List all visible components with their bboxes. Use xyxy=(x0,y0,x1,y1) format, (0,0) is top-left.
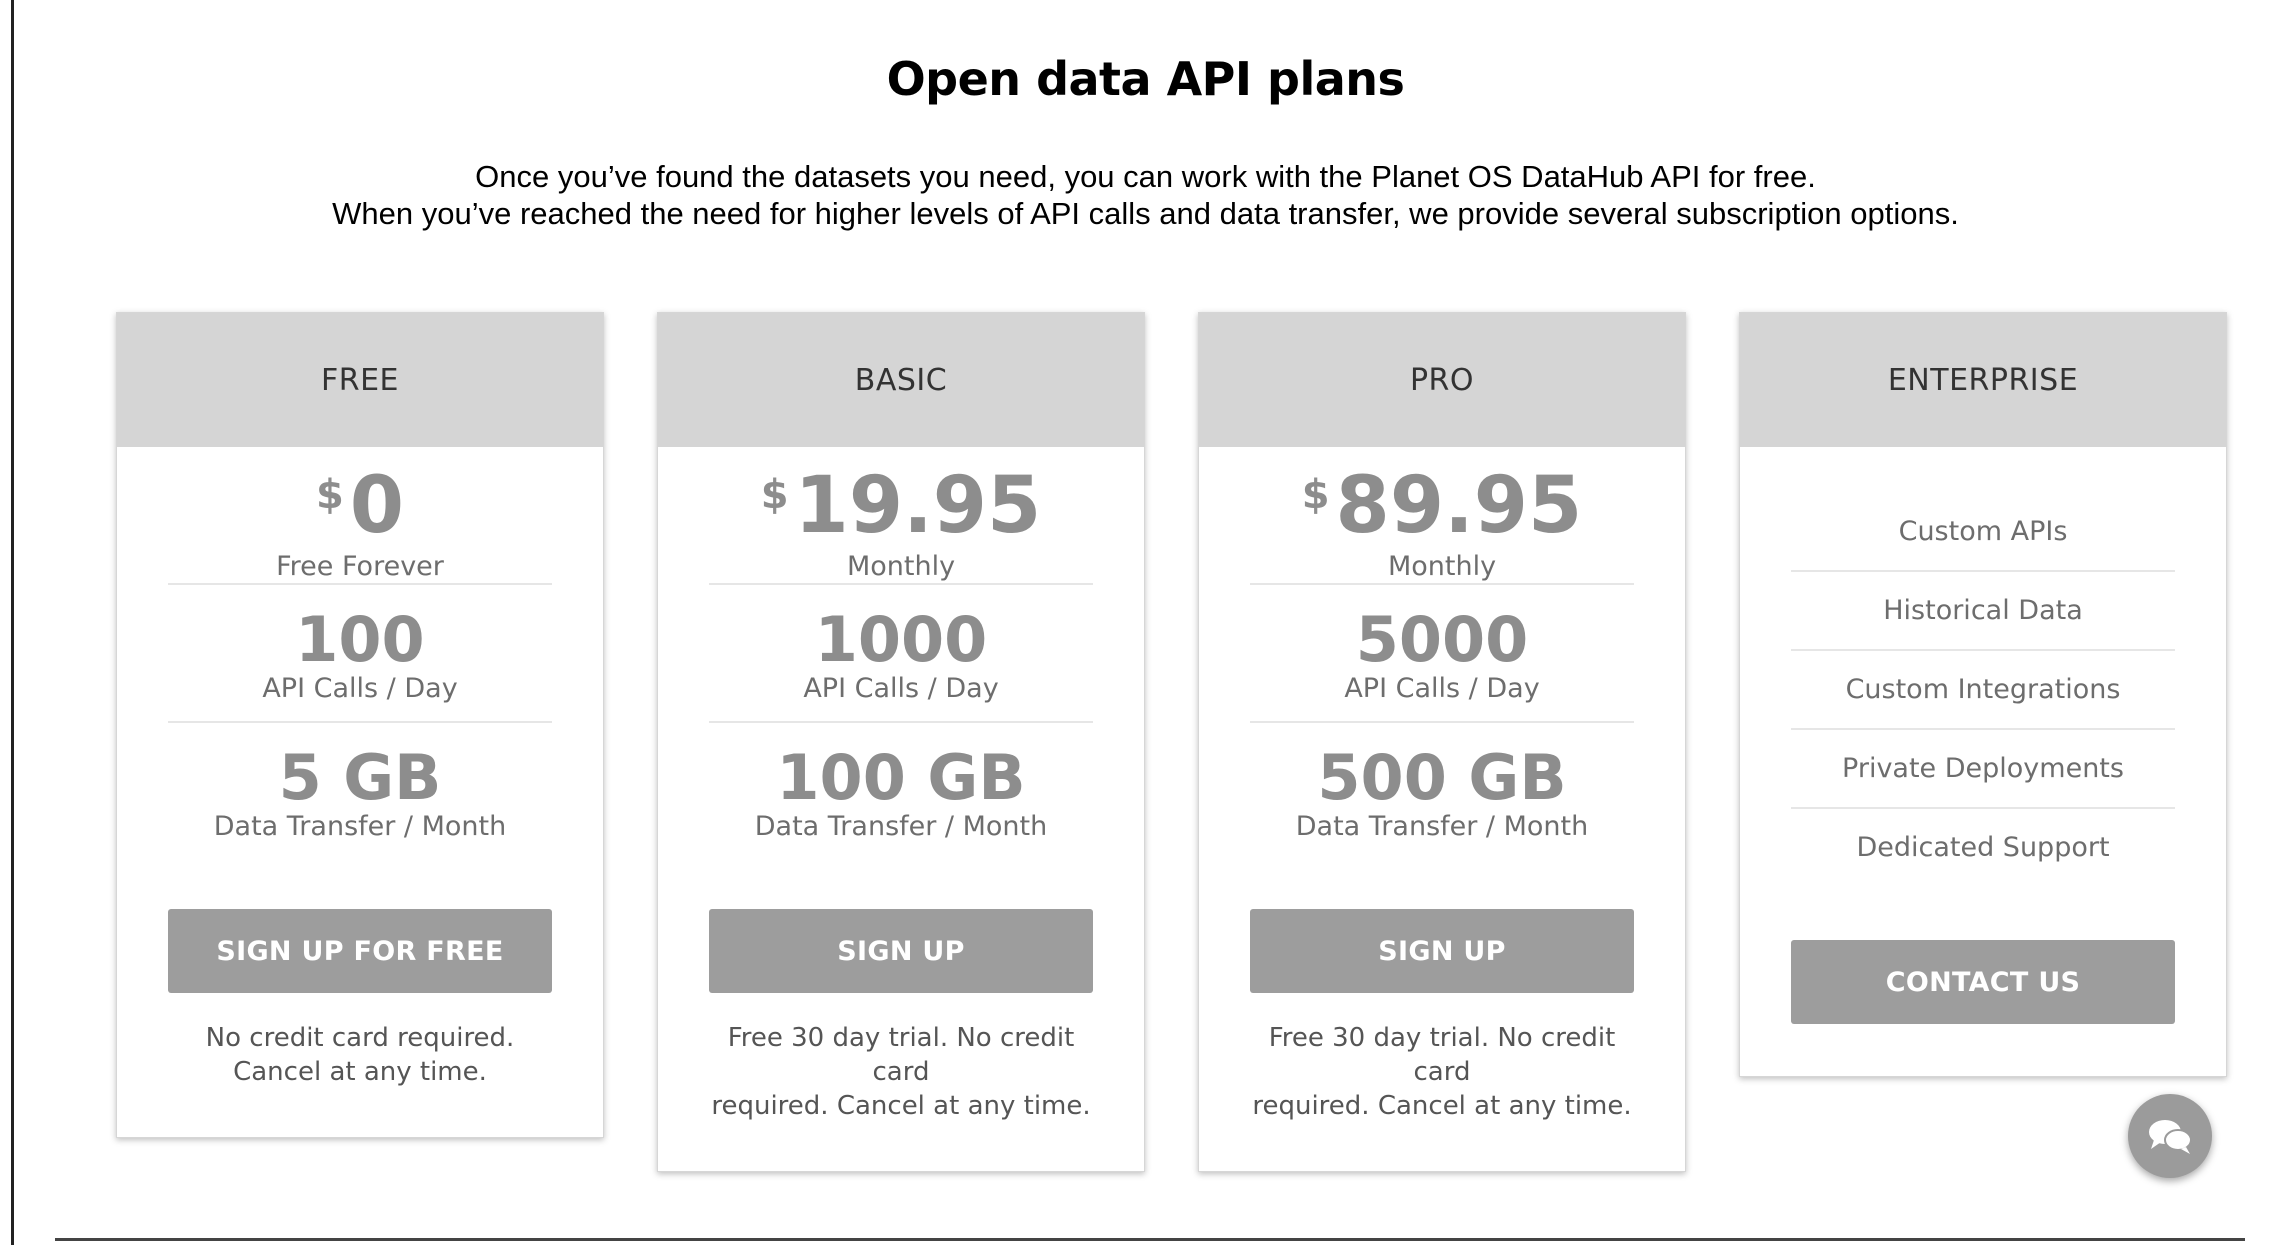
plan-note: Free 30 day trial. No credit card requir… xyxy=(1250,1021,1634,1171)
bottom-divider-line xyxy=(55,1238,2245,1241)
feature-item: Custom APIs xyxy=(1791,493,2175,572)
page-title: Open data API plans xyxy=(886,52,1405,106)
plan-card-basic: BASIC $ 19.95 Monthly 1000 API Calls / D… xyxy=(657,312,1145,1172)
api-calls-section: 5000 API Calls / Day xyxy=(1250,585,1634,723)
plan-card-enterprise: ENTERPRISE Custom APIs Historical Data C… xyxy=(1739,312,2227,1077)
plan-note-line-1: Free 30 day trial. No credit card xyxy=(1268,1023,1616,1087)
data-transfer-label: Data Transfer / Month xyxy=(213,811,507,842)
plan-name: FREE xyxy=(117,313,603,447)
feature-item: Historical Data xyxy=(1791,572,2175,651)
plan-name: ENTERPRISE xyxy=(1740,313,2226,447)
plan-name: PRO xyxy=(1199,313,1685,447)
intro-line-1: Once you’ve found the datasets you need,… xyxy=(475,159,1816,194)
sign-up-basic-button[interactable]: SIGN UP xyxy=(709,909,1093,993)
plan-name: BASIC xyxy=(658,313,1144,447)
api-calls-value: 1000 xyxy=(814,603,988,676)
data-transfer-section: 500 GB Data Transfer / Month xyxy=(1250,723,1634,861)
plan-note-line-2: Cancel at any time. xyxy=(233,1057,487,1087)
price-period: Free Forever xyxy=(276,551,444,582)
price-section: $ 19.95 Monthly xyxy=(709,447,1093,585)
intro-text: Once you’ve found the datasets you need,… xyxy=(0,158,2291,232)
plan-note-line-2: required. Cancel at any time. xyxy=(1252,1091,1632,1121)
chat-bubbles-icon xyxy=(2149,1120,2192,1154)
plan-card-free: FREE $ 0 Free Forever 100 API Calls / Da… xyxy=(116,312,604,1138)
currency-symbol: $ xyxy=(1301,472,1330,518)
price-section: $ 89.95 Monthly xyxy=(1250,447,1634,585)
price-value: 19.95 xyxy=(794,461,1042,551)
sign-up-pro-button[interactable]: SIGN UP xyxy=(1250,909,1634,993)
chat-widget-button[interactable] xyxy=(2128,1094,2212,1178)
currency-symbol: $ xyxy=(760,472,789,518)
api-calls-label: API Calls / Day xyxy=(1344,673,1540,704)
plan-note-line-1: Free 30 day trial. No credit card xyxy=(727,1023,1075,1087)
feature-item: Custom Integrations xyxy=(1791,651,2175,730)
intro-line-2: When you’ve reached the need for higher … xyxy=(332,196,1959,231)
data-transfer-label: Data Transfer / Month xyxy=(754,811,1048,842)
plan-note-line-2: required. Cancel at any time. xyxy=(711,1091,1091,1121)
price-period: Monthly xyxy=(1387,551,1497,582)
plan-card-pro: PRO $ 89.95 Monthly 5000 API Calls / Day… xyxy=(1198,312,1686,1172)
api-calls-label: API Calls / Day xyxy=(262,673,458,704)
feature-item: Dedicated Support xyxy=(1856,832,2110,863)
data-transfer-value: 5 GB xyxy=(278,741,442,814)
api-calls-section: 1000 API Calls / Day xyxy=(709,585,1093,723)
plan-note: Free 30 day trial. No credit card requir… xyxy=(709,1021,1093,1171)
contact-us-button[interactable]: CONTACT US xyxy=(1791,940,2175,1024)
api-calls-label: API Calls / Day xyxy=(803,673,999,704)
price-value: 0 xyxy=(349,461,405,551)
price-value: 89.95 xyxy=(1335,461,1583,551)
api-calls-section: 100 API Calls / Day xyxy=(168,585,552,723)
data-transfer-value: 500 GB xyxy=(1317,741,1567,814)
plan-note-line-1: No credit card required. xyxy=(205,1023,515,1053)
data-transfer-section: 100 GB Data Transfer / Month xyxy=(709,723,1093,861)
feature-item: Private Deployments xyxy=(1791,730,2175,809)
api-calls-value: 100 xyxy=(295,603,425,676)
data-transfer-value: 100 GB xyxy=(776,741,1026,814)
price-section: $ 0 Free Forever xyxy=(168,447,552,585)
price-period: Monthly xyxy=(846,551,956,582)
plan-note: No credit card required. Cancel at any t… xyxy=(168,1021,552,1137)
data-transfer-section: 5 GB Data Transfer / Month xyxy=(168,723,552,861)
currency-symbol: $ xyxy=(315,472,344,518)
api-calls-value: 5000 xyxy=(1355,603,1529,676)
sign-up-free-button[interactable]: SIGN UP FOR FREE xyxy=(168,909,552,993)
feature-list: Custom APIs Historical Data Custom Integ… xyxy=(1791,447,2175,886)
data-transfer-label: Data Transfer / Month xyxy=(1295,811,1589,842)
